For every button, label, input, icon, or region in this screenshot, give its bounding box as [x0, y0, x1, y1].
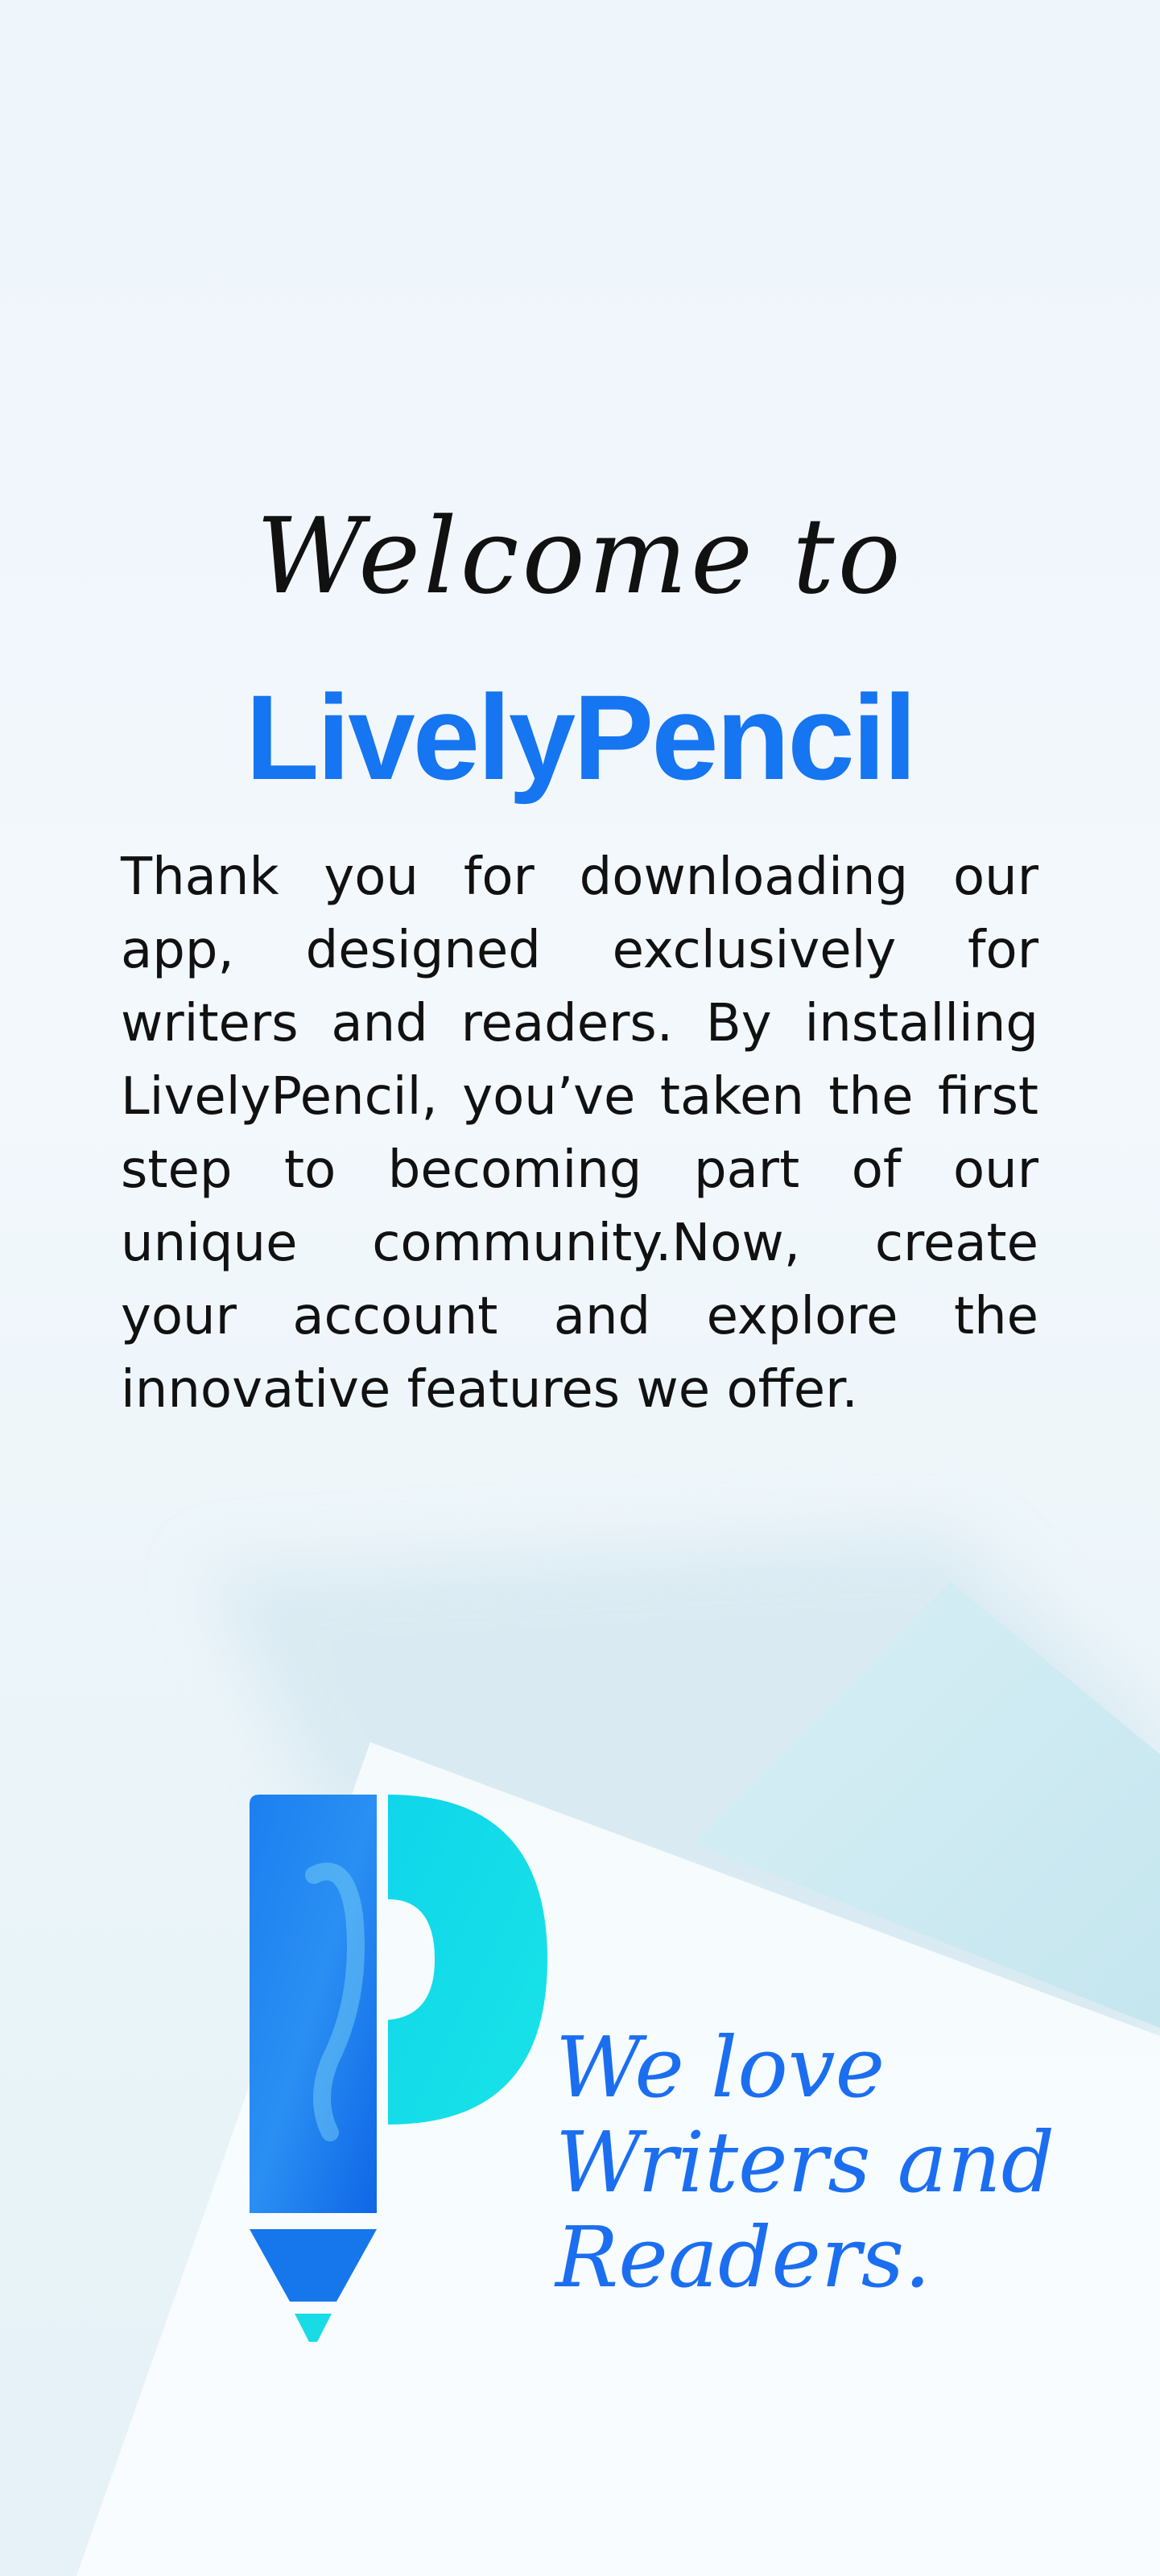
tagline: We love Writers and Readers.: [555, 2020, 1103, 2305]
tagline-line-3: Readers.: [555, 2208, 931, 2306]
welcome-heading: Welcome to: [256, 495, 904, 617]
tagline-line-2: Writers and: [555, 2113, 1055, 2211]
tagline-line-1: We love: [555, 2018, 885, 2116]
brand-title: LivelyPencil: [245, 670, 917, 805]
pencil-p-logo-icon: [250, 1795, 547, 2342]
intro-paragraph: Thank you for downloading our app, desig…: [121, 847, 1038, 1420]
